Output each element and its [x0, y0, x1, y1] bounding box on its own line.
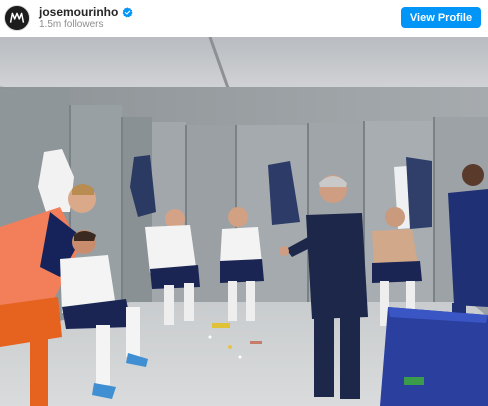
post-header: josemourinho 1.5m followers View Profile [0, 0, 488, 37]
cooler-box [380, 307, 488, 406]
profile-avatar[interactable] [4, 5, 30, 31]
mourinho-logo-icon [5, 6, 29, 30]
photo-canvas [0, 37, 488, 406]
username-link[interactable]: josemourinho [39, 5, 118, 19]
locker-room-photo[interactable] [0, 37, 488, 406]
follower-count: 1.5m followers [39, 19, 104, 30]
username-row: josemourinho [39, 5, 133, 19]
verified-badge-icon [122, 6, 133, 18]
view-profile-button[interactable]: View Profile [401, 7, 481, 28]
